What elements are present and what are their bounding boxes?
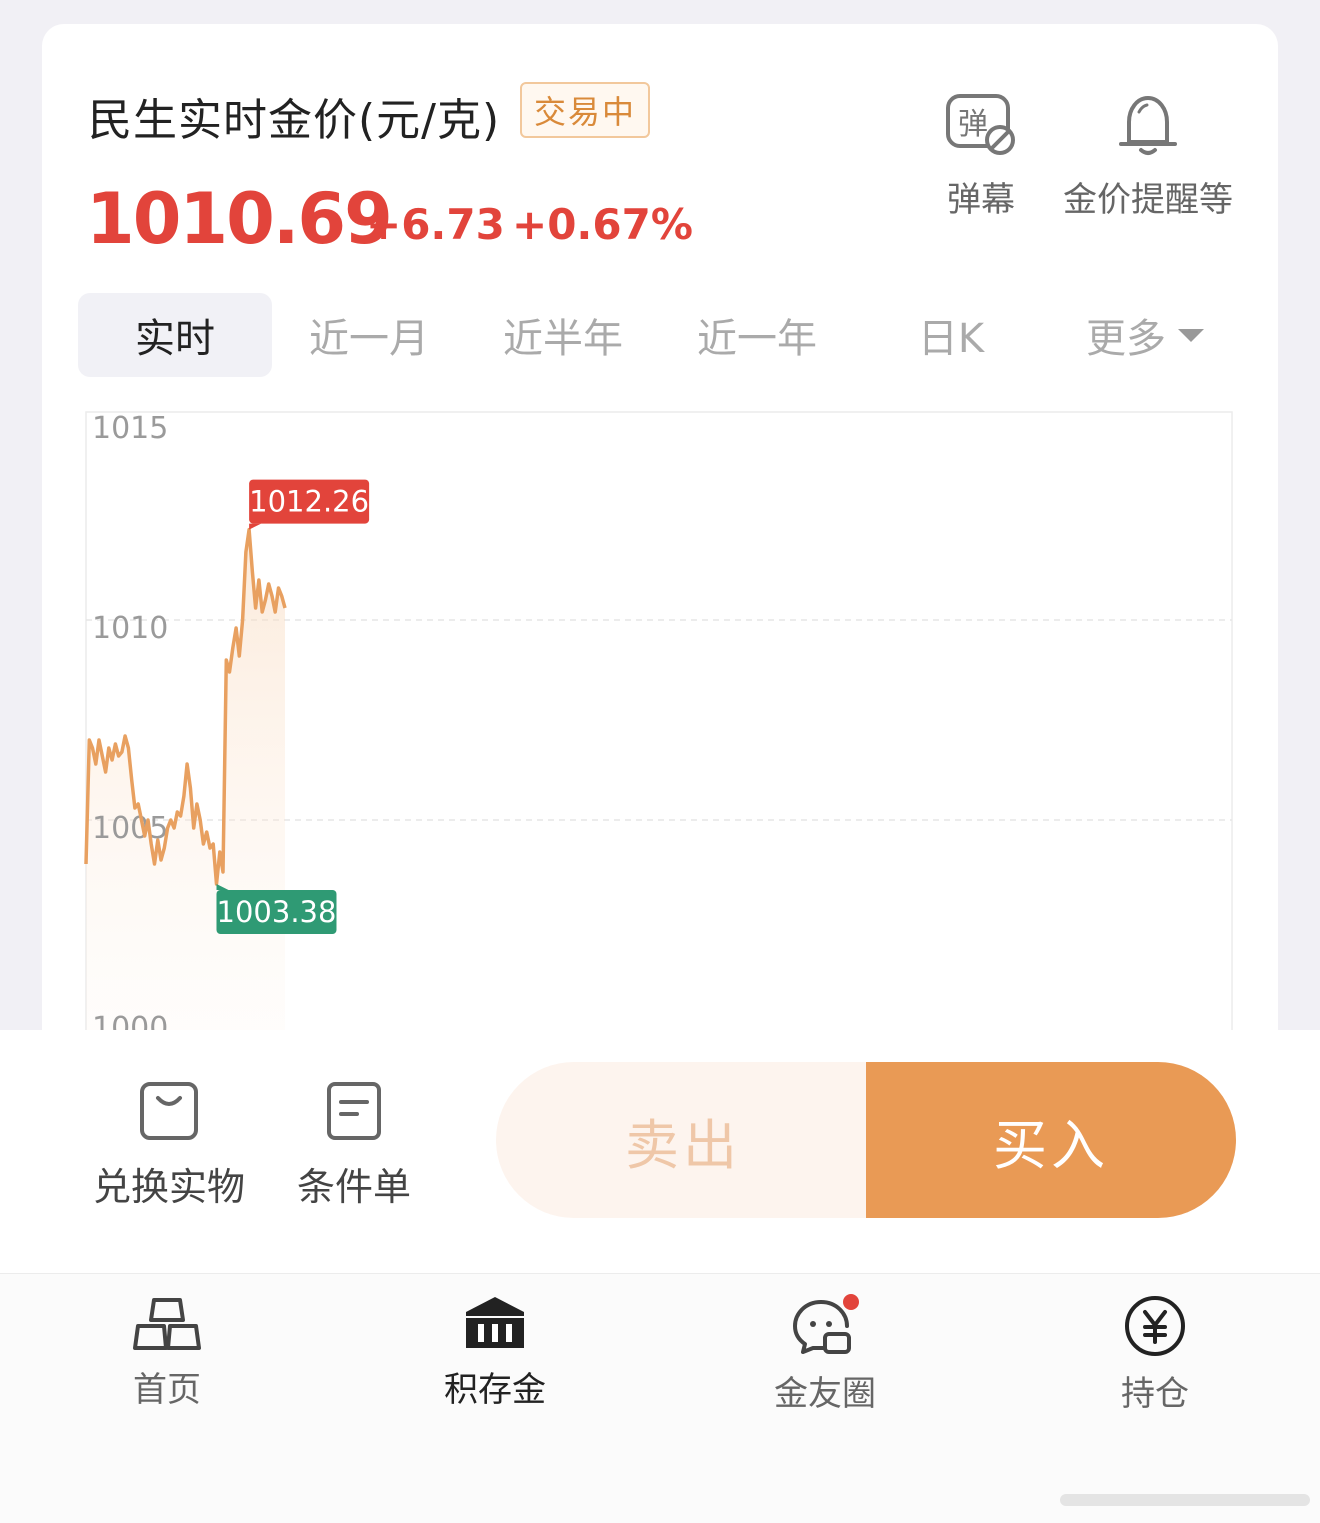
bank-icon: [466, 1297, 524, 1348]
period-tabs: 实时 近一月 近半年 近一年 日K 更多: [78, 293, 1238, 377]
svg-text:弹: 弹: [958, 107, 988, 142]
price-alert-label: 金价提醒等: [1063, 180, 1233, 220]
shopping-bag-icon: [140, 1082, 198, 1140]
tab-realtime[interactable]: 实时: [78, 293, 272, 377]
exchange-physical-button[interactable]: 兑换实物: [88, 1080, 250, 1211]
nav-home-label: 首页: [133, 1370, 201, 1410]
nav-home[interactable]: 首页: [82, 1294, 252, 1411]
nav-gold-community-label: 金友圈: [774, 1374, 876, 1414]
bell-icon: [1119, 96, 1177, 155]
tab-more-label: 更多: [1086, 316, 1166, 362]
danmaku-button[interactable]: 弹 弹幕: [934, 92, 1028, 221]
conditional-order-button[interactable]: 条件单: [292, 1080, 416, 1211]
tab-daily-k[interactable]: 日K: [854, 293, 1048, 377]
nav-holdings-label: 持仓: [1121, 1374, 1189, 1414]
bottom-nav: 首页 积存金 金友圈 持仓: [0, 1273, 1320, 1523]
tab-one-month[interactable]: 近一月: [272, 293, 466, 377]
current-price: 1010.69: [86, 178, 393, 260]
tab-more[interactable]: 更多: [1048, 293, 1242, 377]
conditional-order-label: 条件单: [296, 1165, 411, 1209]
tab-one-year[interactable]: 近一年: [660, 293, 854, 377]
buy-button[interactable]: 买入: [866, 1062, 1236, 1218]
home-indicator: [1060, 1494, 1310, 1506]
nav-accumulation-gold-label: 积存金: [444, 1370, 546, 1410]
chat-group-icon: [793, 1294, 859, 1354]
danmaku-off-icon: 弹: [946, 94, 1015, 155]
danmaku-label: 弹幕: [947, 180, 1015, 220]
page-title: 民生实时金价(元/克): [88, 95, 501, 146]
exchange-physical-label: 兑换实物: [92, 1165, 245, 1209]
yen-coin-icon: [1125, 1296, 1185, 1356]
price-change-percent: +0.67%: [512, 200, 693, 249]
status-badge: 交易中: [520, 82, 650, 138]
document-icon: [327, 1082, 381, 1140]
tab-half-year[interactable]: 近半年: [466, 293, 660, 377]
nav-holdings[interactable]: 持仓: [1070, 1294, 1240, 1415]
nav-accumulation-gold[interactable]: 积存金: [410, 1294, 580, 1411]
price-change: +6.73: [366, 200, 505, 249]
price-alert-button[interactable]: 金价提醒等: [1058, 92, 1238, 221]
sell-button[interactable]: 卖出: [496, 1062, 870, 1218]
caret-down-icon: [1178, 328, 1204, 342]
gold-bars-icon: [133, 1298, 201, 1350]
nav-gold-community[interactable]: 金友圈: [740, 1294, 910, 1415]
notification-dot: [843, 1294, 859, 1310]
